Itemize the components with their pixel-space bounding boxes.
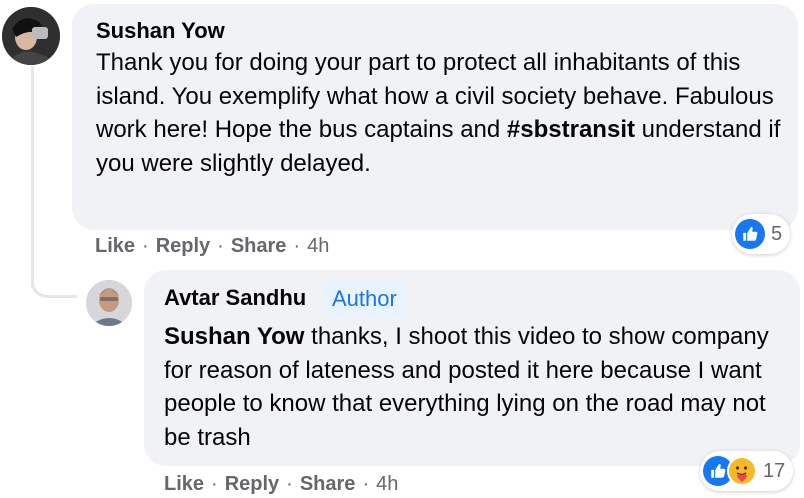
separator: · <box>211 473 218 495</box>
reaction-summary[interactable]: 17 <box>700 451 794 491</box>
reaction-summary[interactable]: 5 <box>732 214 791 254</box>
share-button[interactable]: Share <box>300 473 356 496</box>
mention-link[interactable]: Sushan Yow <box>164 323 304 350</box>
reaction-count: 5 <box>771 222 783 245</box>
timestamp[interactable]: 4h <box>307 235 329 258</box>
like-button[interactable]: Like <box>164 473 204 496</box>
reply-author[interactable]: Avtar Sandhu <box>164 285 306 311</box>
reaction-count: 17 <box>763 459 786 482</box>
separator: · <box>142 235 149 257</box>
timestamp[interactable]: 4h <box>376 473 398 496</box>
comment-text: Thank you for doing your part to protect… <box>96 46 786 180</box>
avatar[interactable] <box>2 7 60 65</box>
reply-text: Sushan Yow thanks, I shoot this video to… <box>164 320 784 454</box>
thread-line <box>31 66 34 288</box>
care-reaction-icon <box>727 456 757 486</box>
thread-connector <box>31 262 77 298</box>
reply-actions: Like · Reply · Share · 4h <box>164 473 398 496</box>
hashtag-link[interactable]: #sbstransit <box>507 116 635 143</box>
share-button[interactable]: Share <box>231 235 287 258</box>
separator: · <box>293 235 301 257</box>
separator: · <box>286 473 293 495</box>
like-button[interactable]: Like <box>95 235 135 258</box>
avatar[interactable] <box>86 280 132 326</box>
separator: · <box>362 473 370 495</box>
separator: · <box>217 235 224 257</box>
reply-button[interactable]: Reply <box>156 235 210 258</box>
thumbs-up-icon <box>735 219 765 249</box>
author-badge: Author <box>324 281 405 317</box>
comment-actions: Like · Reply · Share · 4h <box>95 235 329 258</box>
reply-button[interactable]: Reply <box>225 473 279 496</box>
comment-author[interactable]: Sushan Yow <box>96 18 225 44</box>
